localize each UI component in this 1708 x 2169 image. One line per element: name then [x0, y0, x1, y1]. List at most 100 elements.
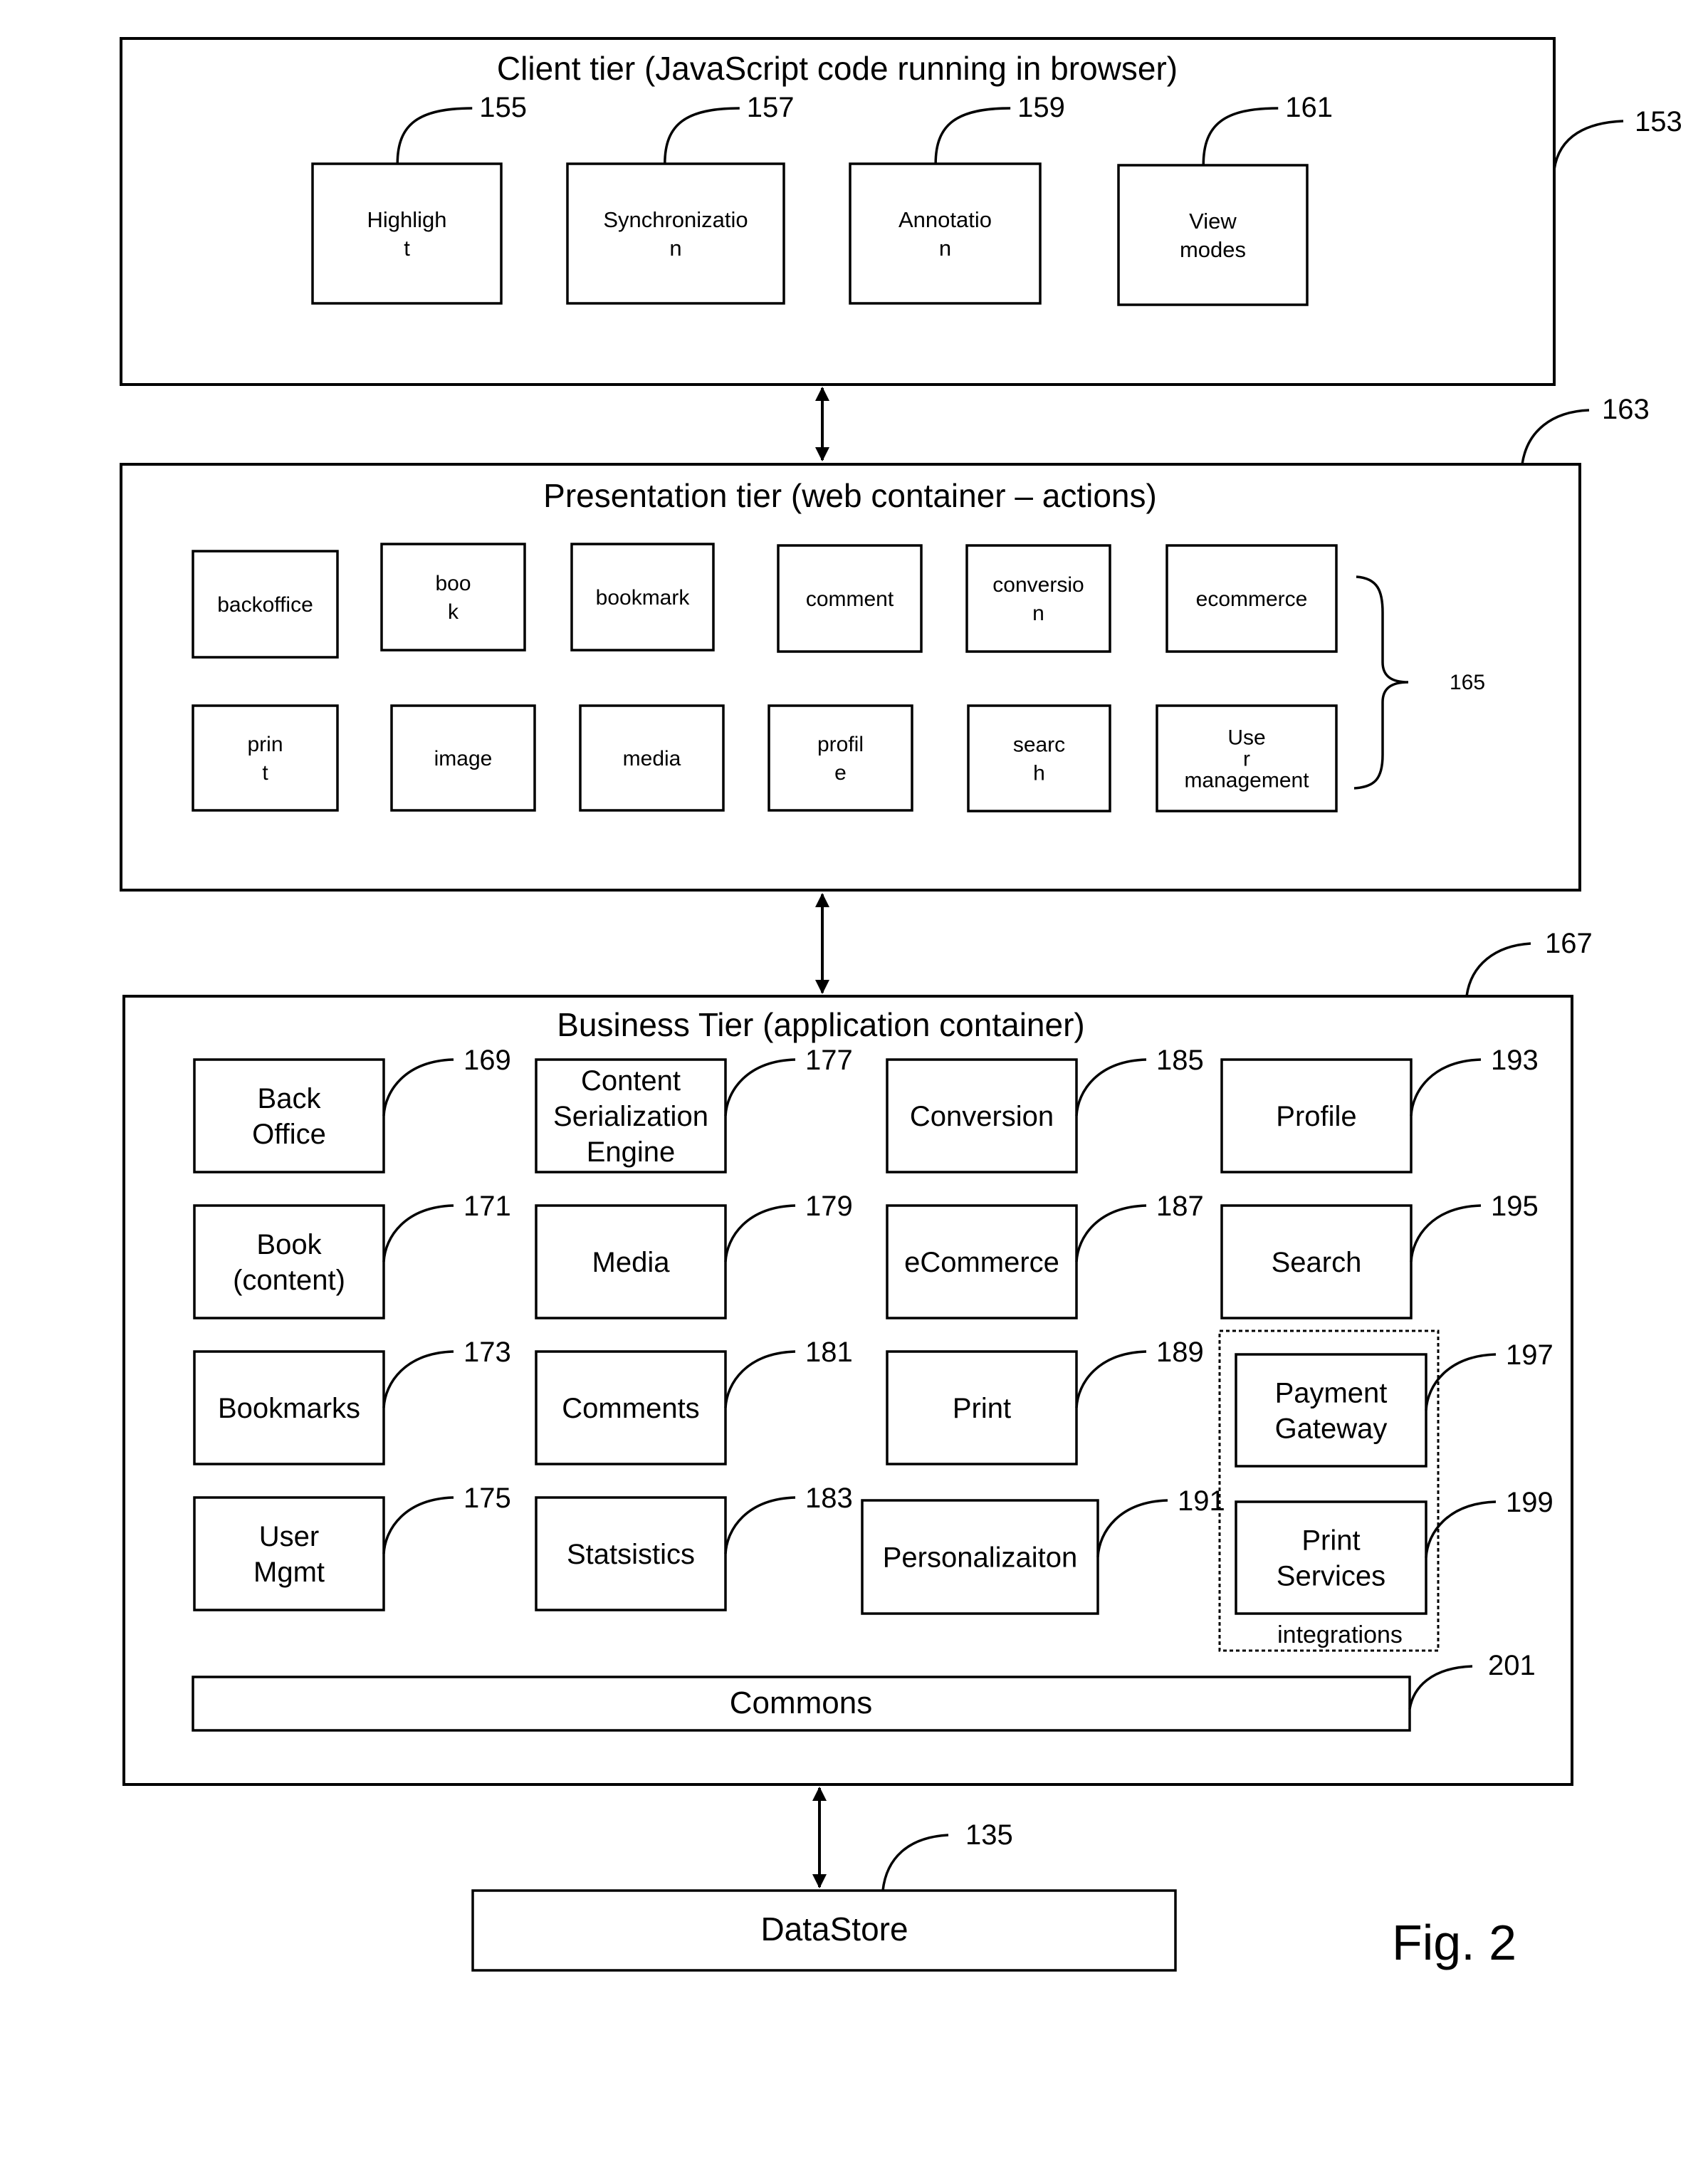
- business-component-173[interactable]: Bookmarks: [193, 1350, 385, 1465]
- client-module-3-box[interactable]: [849, 162, 1042, 305]
- client-module-3-label: Annotatio: [898, 207, 992, 232]
- business-component-175-ref: 175: [463, 1483, 511, 1514]
- presentation-tier-title: Presentation tier (web container – actio…: [543, 477, 1157, 514]
- business-component-175-box[interactable]: [193, 1496, 385, 1611]
- action-r2-3[interactable]: media: [579, 704, 725, 812]
- action-r1-5-box[interactable]: [965, 544, 1111, 653]
- business-component-191-ref: 191: [1178, 1485, 1225, 1517]
- client-module-3-ref: 159: [1017, 92, 1065, 123]
- business-component-195[interactable]: Search: [1220, 1204, 1413, 1319]
- action-r2-1-label: t: [262, 761, 268, 785]
- business-component-175[interactable]: User Mgmt: [193, 1496, 385, 1611]
- business-component-175-label: User: [259, 1521, 319, 1552]
- business-component-199[interactable]: Print Services: [1235, 1500, 1427, 1615]
- action-r2-5[interactable]: searc h: [967, 704, 1111, 812]
- client-tier-title: Client tier (JavaScript code running in …: [497, 50, 1178, 87]
- client-module-3[interactable]: Annotatio n: [849, 162, 1042, 305]
- action-r2-1-box[interactable]: [192, 704, 339, 812]
- business-component-171-label: Book: [256, 1229, 322, 1260]
- action-r1-1[interactable]: backoffice: [192, 550, 339, 659]
- architecture-diagram: Client tier (JavaScript code running in …: [120, 37, 1682, 1972]
- datastore-label: DataStore: [760, 1911, 908, 1948]
- business-component-177-label: Engine: [587, 1136, 676, 1168]
- business-component-191-label: Personalizaiton: [883, 1542, 1078, 1574]
- business-component-177-label: Serialization: [553, 1101, 708, 1132]
- business-component-187-label: eCommerce: [904, 1247, 1059, 1278]
- action-r1-2-label: boo: [435, 572, 471, 595]
- action-r1-3[interactable]: bookmark: [570, 543, 715, 652]
- action-r2-2[interactable]: image: [390, 704, 536, 812]
- action-r2-6[interactable]: Usermanagement: [1156, 704, 1338, 812]
- action-r1-6[interactable]: ecommerce: [1165, 544, 1338, 653]
- business-component-177[interactable]: Content Serialization Engine: [535, 1058, 727, 1174]
- business-tier: Business Tier (application container) 16…: [122, 928, 1593, 1786]
- business-component-183-label: Statsistics: [567, 1539, 695, 1570]
- action-r2-4-label: profil: [817, 733, 864, 756]
- action-r2-6-label: Use: [1227, 726, 1265, 750]
- action-r2-6-label: r: [1243, 748, 1250, 771]
- business-component-185[interactable]: Conversion: [886, 1058, 1078, 1174]
- business-tier-leader: [1465, 942, 1531, 997]
- action-r1-2-box[interactable]: [380, 543, 526, 652]
- business-component-189[interactable]: Print: [886, 1350, 1078, 1465]
- business-component-197[interactable]: Payment Gateway: [1235, 1353, 1427, 1468]
- client-module-4[interactable]: View modes: [1117, 164, 1309, 306]
- business-component-171[interactable]: Book (content): [193, 1204, 385, 1319]
- client-module-4-box[interactable]: [1117, 164, 1309, 306]
- action-r2-4[interactable]: profil e: [767, 704, 913, 812]
- client-module-4-ref: 161: [1285, 92, 1333, 123]
- business-component-193-label: Profile: [1276, 1101, 1356, 1132]
- client-module-2-label: Synchronizatio: [603, 207, 748, 232]
- action-r2-5-label: searc: [1013, 733, 1065, 757]
- business-component-181-label: Comments: [562, 1393, 699, 1424]
- business-component-197-box[interactable]: [1235, 1353, 1427, 1468]
- client-module-4-label: View: [1189, 209, 1237, 234]
- presentation-tier-frame: [120, 463, 1581, 892]
- business-component-169[interactable]: Back Office: [193, 1058, 385, 1174]
- action-r1-5[interactable]: conversio n: [965, 544, 1111, 653]
- business-component-179[interactable]: Media: [535, 1204, 727, 1319]
- client-module-2[interactable]: Synchronizatio n: [566, 162, 785, 305]
- client-module-1-label: t: [404, 236, 410, 261]
- business-component-197-ref: 197: [1506, 1339, 1554, 1371]
- business-component-183-ref: 183: [805, 1483, 853, 1514]
- client-module-1-label: Highligh: [367, 207, 446, 232]
- business-component-183[interactable]: Statsistics: [535, 1496, 727, 1611]
- client-tier-ref: 153: [1635, 106, 1682, 137]
- business-component-195-ref: 195: [1491, 1191, 1539, 1222]
- client-tier-leader: [1553, 120, 1624, 170]
- business-component-175-label: Mgmt: [253, 1557, 325, 1588]
- client-tier: Client tier (JavaScript code running in …: [120, 37, 1682, 386]
- action-r2-5-label: h: [1033, 762, 1045, 785]
- business-component-171-label: (content): [233, 1265, 345, 1296]
- client-module-1-box[interactable]: [311, 162, 503, 305]
- business-component-199-box[interactable]: [1235, 1500, 1427, 1615]
- client-module-1[interactable]: Highligh t: [311, 162, 503, 305]
- action-r2-2-label: image: [434, 747, 493, 770]
- action-r2-5-box[interactable]: [967, 704, 1111, 812]
- figure-label: Fig. 2: [1392, 1915, 1516, 1970]
- datastore: DataStore 135: [471, 1819, 1177, 1972]
- action-r2-1[interactable]: prin t: [192, 704, 339, 812]
- action-r1-2-label: k: [448, 600, 459, 624]
- commons-label: Commons: [730, 1685, 873, 1720]
- business-component-193[interactable]: Profile: [1220, 1058, 1413, 1174]
- client-module-2-box[interactable]: [566, 162, 785, 305]
- business-component-191[interactable]: Personalizaiton: [861, 1499, 1099, 1615]
- datastore-ref: 135: [965, 1819, 1013, 1851]
- business-component-169-box[interactable]: [193, 1058, 385, 1174]
- business-component-187[interactable]: eCommerce: [886, 1204, 1078, 1319]
- business-component-171-box[interactable]: [193, 1204, 385, 1319]
- action-r1-4[interactable]: comment: [777, 544, 923, 653]
- business-component-197-label: Payment: [1275, 1378, 1388, 1409]
- business-component-177-ref: 177: [805, 1045, 853, 1076]
- presentation-tier: Presentation tier (web container – actio…: [120, 394, 1650, 892]
- action-r2-4-box[interactable]: [767, 704, 913, 812]
- business-component-173-label: Bookmarks: [218, 1393, 360, 1424]
- business-component-181[interactable]: Comments: [535, 1350, 727, 1465]
- action-r1-2[interactable]: boo k: [380, 543, 526, 652]
- business-component-181-ref: 181: [805, 1337, 853, 1368]
- business-component-169-label: Office: [252, 1119, 326, 1150]
- business-component-199-label: Services: [1277, 1561, 1385, 1592]
- integrations-label: integrations: [1277, 1621, 1403, 1648]
